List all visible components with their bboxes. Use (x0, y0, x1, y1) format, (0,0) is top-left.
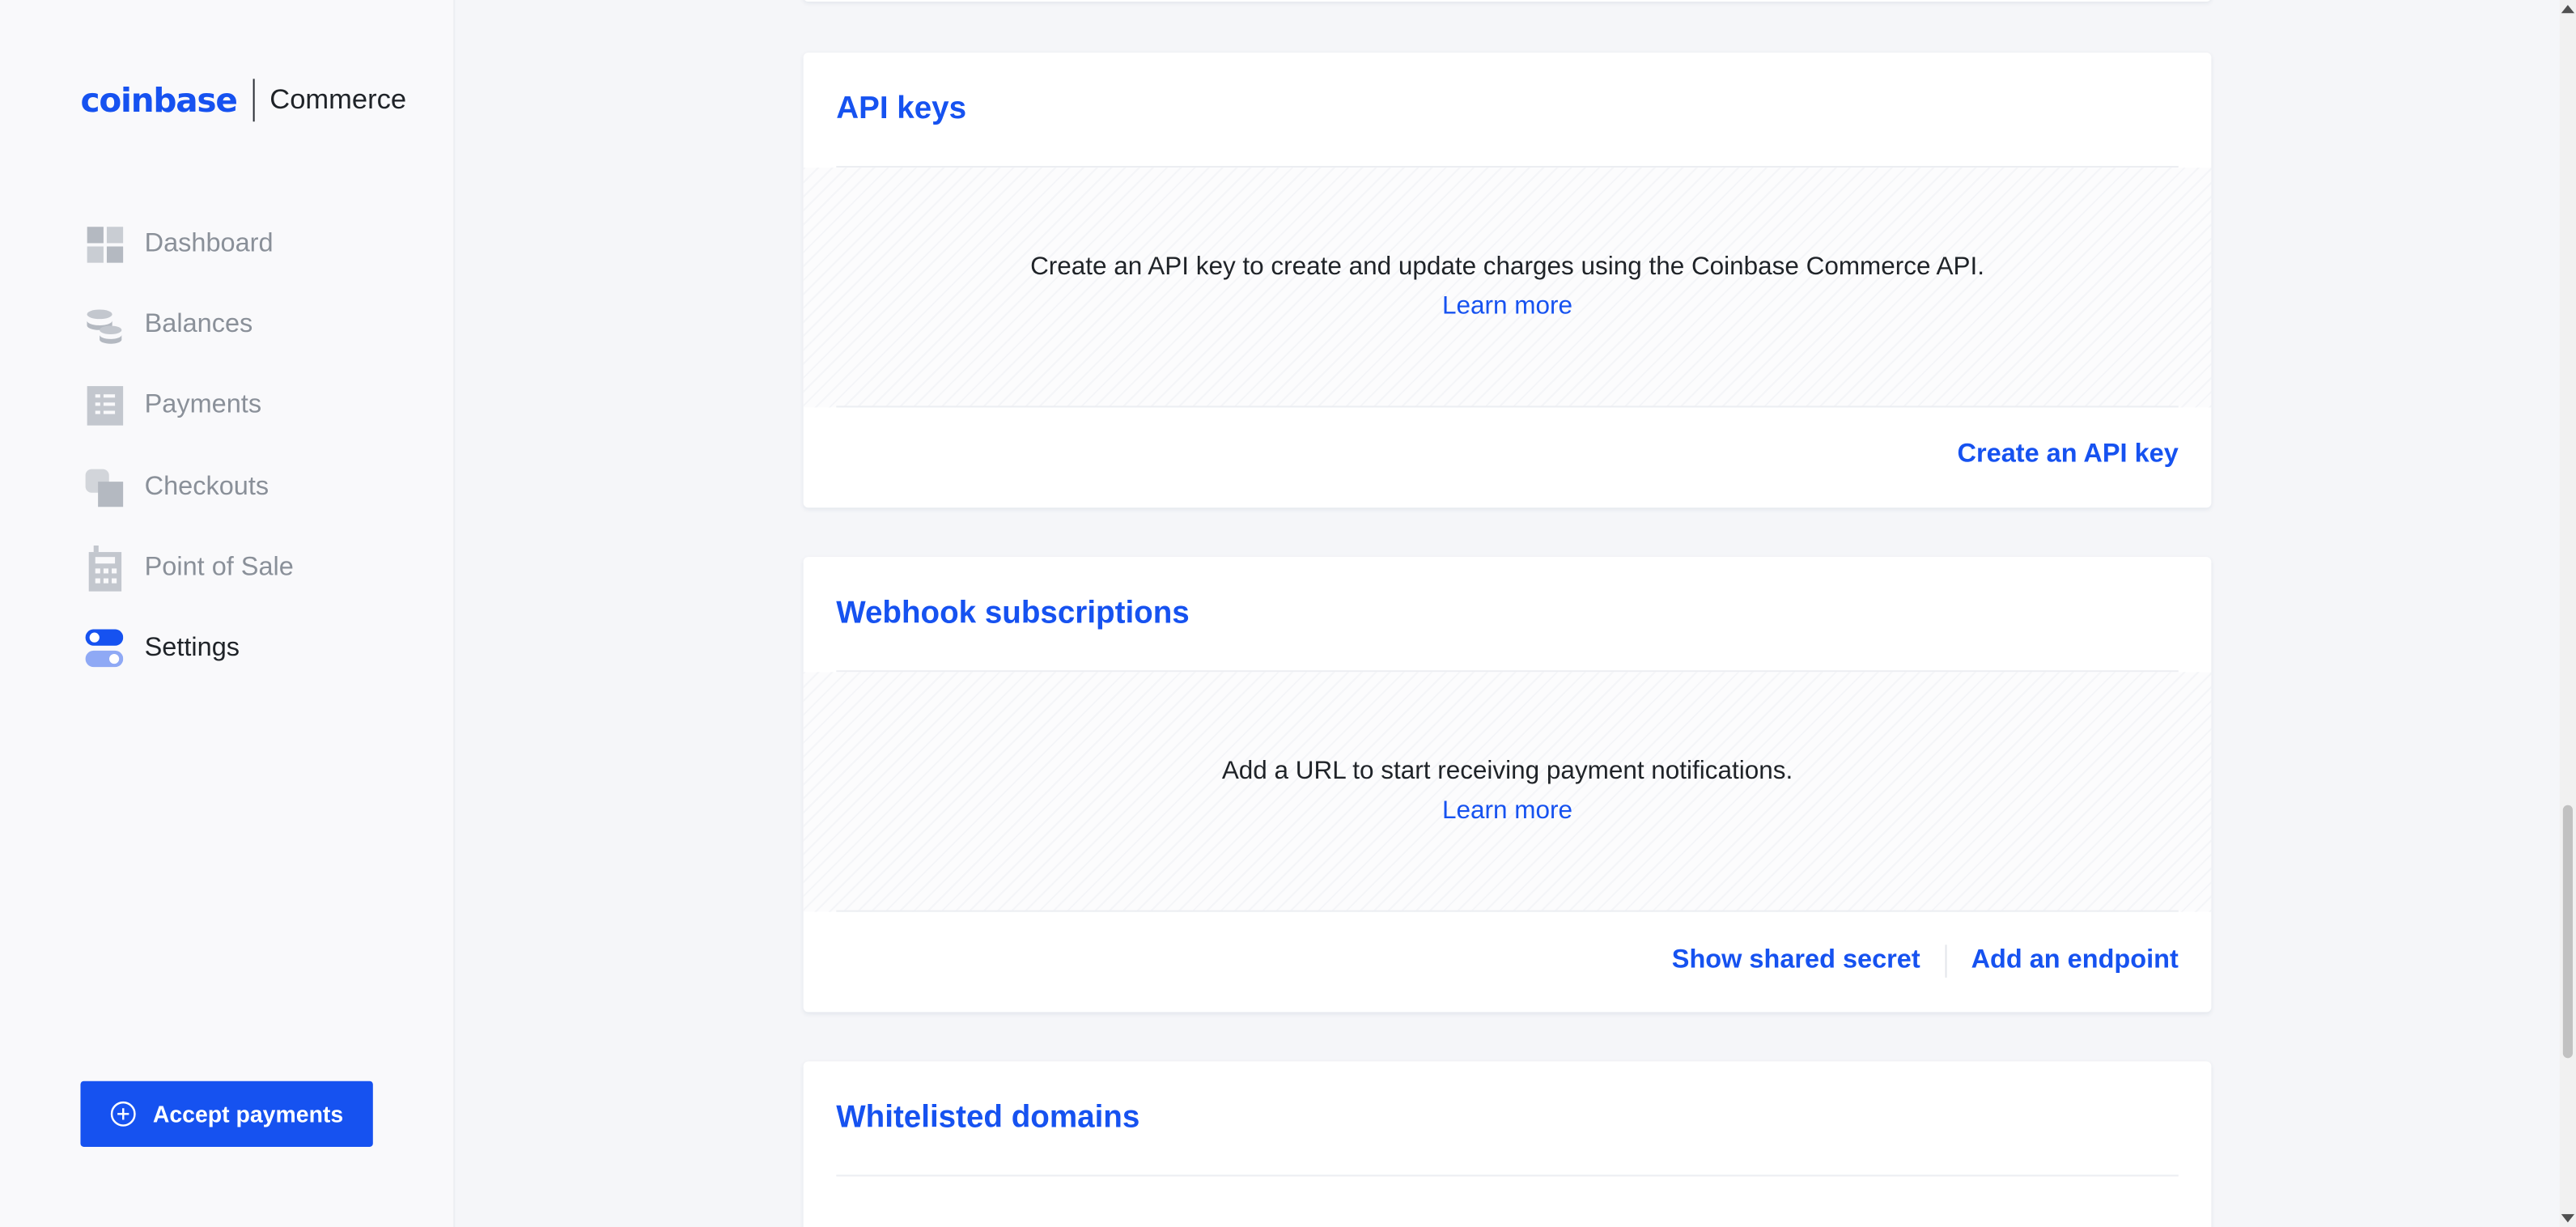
page-scrollbar[interactable] (2559, 0, 2576, 1227)
whitelisted-domains-title: Whitelisted domains (836, 1101, 1140, 1136)
card-divider (836, 1174, 2179, 1177)
sidebar-item-label: Payments (144, 391, 262, 420)
add-endpoint-button[interactable]: Add an endpoint (1971, 946, 2179, 976)
logo-wordmark: coinbase (80, 80, 237, 121)
api-keys-title: API keys (836, 91, 967, 127)
previous-card-edge (803, 0, 2212, 2)
plus-circle-icon (110, 1101, 136, 1127)
sidebar-item-label: Point of Sale (144, 553, 294, 582)
sidebar-item-point-of-sale[interactable]: Point of Sale (86, 528, 294, 609)
accept-payments-label: Accept payments (152, 1101, 344, 1127)
api-keys-actions: Create an API key (1958, 440, 2179, 470)
whitelisted-domains-card: Whitelisted domains (803, 1061, 2212, 1227)
card-footer-divider (836, 405, 2179, 408)
coin-stack-icon (86, 302, 124, 348)
toggle-switches-icon (85, 626, 124, 673)
card-footer-divider (836, 910, 2179, 912)
logo-product-name: Commerce (269, 83, 407, 116)
logo-divider (253, 79, 255, 122)
action-divider (1945, 945, 1947, 978)
sidebar-item-label: Checkouts (144, 472, 269, 501)
api-keys-empty-state: Create an API key to create and update c… (803, 168, 2212, 408)
scroll-up-arrow-icon[interactable] (2561, 5, 2575, 14)
sidebar-nav: Dashboard Balances Payments Checkouts Po… (85, 204, 294, 690)
api-keys-learn-more-link[interactable]: Learn more (1442, 292, 1572, 322)
checkout-squares-icon (85, 465, 124, 511)
sidebar: coinbase Commerce Dashboard Balances Pay… (0, 0, 456, 1227)
webhooks-message: Add a URL to start receiving payment not… (1221, 757, 1793, 786)
webhooks-learn-more-link[interactable]: Learn more (1442, 797, 1572, 827)
api-keys-card: API keys Create an API key to create and… (803, 52, 2212, 508)
sidebar-item-payments[interactable]: Payments (86, 366, 294, 447)
sidebar-item-balances[interactable]: Balances (86, 285, 294, 366)
sidebar-item-label: Settings (144, 634, 240, 663)
webhook-subscriptions-title: Webhook subscriptions (836, 596, 1190, 631)
calculator-icon (86, 545, 124, 592)
accept-payments-button[interactable]: Accept payments (80, 1081, 373, 1147)
sidebar-item-label: Dashboard (144, 229, 274, 257)
sidebar-item-dashboard[interactable]: Dashboard (86, 204, 294, 285)
webhook-subscriptions-card: Webhook subscriptions Add a URL to start… (803, 557, 2212, 1013)
sidebar-item-checkouts[interactable]: Checkouts (85, 447, 294, 528)
receipt-list-icon (86, 383, 124, 429)
show-shared-secret-button[interactable]: Show shared secret (1672, 946, 1920, 976)
sidebar-item-settings[interactable]: Settings (85, 609, 294, 690)
coinbase-commerce-logo[interactable]: coinbase Commerce (80, 75, 406, 125)
api-keys-message: Create an API key to create and update c… (1030, 253, 1984, 282)
scroll-down-arrow-icon[interactable] (2561, 1214, 2575, 1223)
sidebar-item-label: Balances (144, 310, 253, 339)
create-api-key-button[interactable]: Create an API key (1958, 440, 2179, 470)
webhooks-actions: Show shared secret Add an endpoint (1672, 945, 2179, 978)
webhooks-empty-state: Add a URL to start receiving payment not… (803, 672, 2212, 912)
dashboard-grid-icon (86, 221, 124, 267)
scroll-thumb[interactable] (2562, 805, 2573, 1059)
